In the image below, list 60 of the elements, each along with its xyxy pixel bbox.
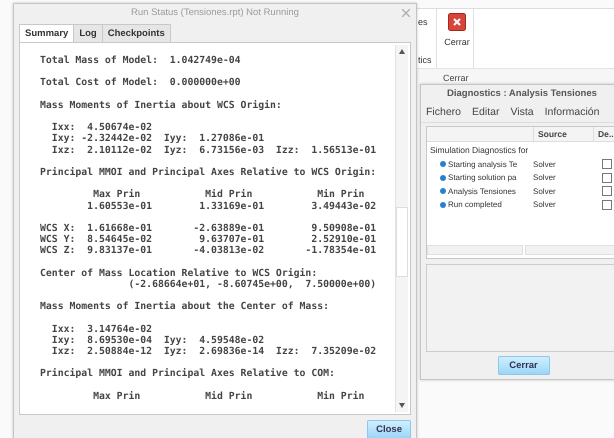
window-title: Diagnostics : Analysis Tensiones	[447, 88, 597, 99]
report-line: Principal MMOI and Principal Axes Relative to WCS Origin:	[40, 166, 378, 178]
menu-item[interactable]: Vista	[510, 106, 534, 118]
report-line: WCS Z: 9.83137e-01 -4.03813e-02 -1.78354e-01	[40, 245, 378, 257]
report-line: Ixy: 8.69530e-04 Iyy: 4.59548e-02	[50, 334, 266, 346]
menu-item[interactable]: Información	[544, 106, 600, 118]
report-line: Ixz: 2.10112e-02 Iyz: 6.73156e-03 Izz: 1.56513e-01	[50, 144, 378, 156]
menu-item[interactable]: Fichero	[426, 106, 462, 118]
source-cell: Solver	[533, 200, 556, 210]
report-line: Total Mass of Model: 1.042749e-04	[40, 54, 242, 66]
report-line: Mass Moments of Inertia about WCS Origin:	[40, 100, 283, 111]
report-line: Max Prin Mid Prin Min Prin	[92, 189, 366, 201]
tree-item[interactable]: Starting analysis Te	[448, 160, 518, 169]
report-line: 1.60553e-01 1.33169e-01 3.49443e-02	[86, 200, 378, 212]
ribbon-label: es	[418, 17, 428, 27]
column-header[interactable]: De...	[593, 126, 614, 142]
checkbox[interactable]	[602, 186, 612, 196]
close-button[interactable]: Close	[367, 420, 411, 438]
source-cell: Solver	[533, 186, 556, 196]
checkbox[interactable]	[602, 159, 612, 170]
scrollbar[interactable]	[395, 44, 408, 412]
close-button[interactable]: Cerrar	[498, 356, 550, 375]
ribbon-label: tics	[418, 55, 432, 65]
window-title: Run Status (Tensiones.rpt) Not Running	[131, 7, 299, 18]
report-line: Total Cost of Model: 0.000000e+00	[40, 77, 242, 89]
report-line: Mass Moments of Inertia about the Center of Mass:	[40, 301, 330, 312]
report-line: WCS Y: 8.54645e-02 9.63707e-01 2.52910e-01	[40, 234, 378, 246]
checkbox[interactable]	[602, 172, 612, 183]
scroll-down-icon[interactable]	[399, 403, 405, 408]
column-header[interactable]: Source	[533, 126, 593, 142]
tree-item[interactable]: Analysis Tensiones	[448, 186, 516, 196]
tab[interactable]: Summary	[19, 24, 74, 42]
report-line: Max Prin Mid Prin Min Prin	[92, 390, 366, 402]
tab[interactable]: Checkpoints	[102, 24, 171, 42]
report-line: Principal MMOI and Principal Axes Relative to COM:	[40, 368, 336, 380]
info-dot-icon	[440, 161, 446, 168]
info-dot-icon	[440, 174, 446, 181]
report-line: Ixx: 4.50674e-02	[50, 122, 154, 134]
info-dot-icon	[440, 188, 446, 194]
close-icon	[448, 13, 466, 31]
tree-item[interactable]: Starting solution pa	[448, 173, 516, 182]
menu-item[interactable]: Editar	[472, 106, 500, 118]
close-command-button[interactable]: Cerrar	[439, 13, 475, 65]
report-line: (-2.68664e+01, -8.60745e+00, 7.50000e+00)	[127, 278, 378, 290]
info-dot-icon	[440, 202, 446, 208]
source-cell: Solver	[533, 173, 556, 182]
source-cell: Solver	[533, 160, 556, 169]
report-line: Ixy: -2.32442e-02 Iyy: 1.27086e-01	[50, 133, 266, 145]
tree-item[interactable]: Simulation Diagnostics for	[427, 142, 614, 158]
report-line: Ixx: 3.14764e-02	[50, 324, 154, 335]
scrollbar-thumb[interactable]	[396, 206, 408, 277]
scrollbar[interactable]	[427, 245, 614, 256]
tab[interactable]: Log	[73, 24, 103, 42]
scroll-up-icon[interactable]	[399, 48, 405, 54]
report-line: WCS X: 1.61668e-01 -2.63889e-01 9.50908e-01	[40, 222, 378, 234]
group-label: Cerrar	[443, 73, 469, 83]
report-line: Ixz: 2.50884e-12 Iyz: 2.69836e-14 Izz: 7.35209e-02	[50, 346, 378, 358]
checkbox[interactable]	[602, 200, 612, 210]
tree-item[interactable]: Run completed	[448, 200, 502, 210]
report-line: Center of Mass Location Relative to WCS Origin:	[40, 268, 318, 279]
